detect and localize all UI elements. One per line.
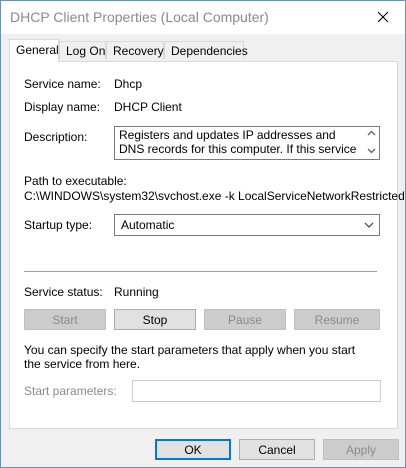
properties-dialog: DHCP Client Properties (Local Computer) … bbox=[0, 0, 406, 468]
start-params-label: Start parameters: bbox=[24, 384, 117, 398]
button-label: Cancel bbox=[258, 442, 296, 457]
button-label: Resume bbox=[314, 312, 360, 327]
tab-label: Recovery bbox=[113, 44, 164, 58]
description-label: Description: bbox=[24, 130, 88, 144]
start-params-input[interactable] bbox=[132, 380, 381, 402]
start-button[interactable]: Start bbox=[24, 309, 106, 330]
general-tab-panel: Service name: Dhcp Display name: DHCP Cl… bbox=[9, 61, 405, 429]
startup-type-label: Startup type: bbox=[24, 218, 93, 232]
button-label: OK bbox=[184, 442, 202, 457]
tab-log-on[interactable]: Log On bbox=[59, 41, 106, 59]
cancel-button[interactable]: Cancel bbox=[239, 439, 315, 460]
apply-button[interactable]: Apply bbox=[323, 439, 399, 460]
tab-dependencies[interactable]: Dependencies bbox=[164, 41, 248, 59]
tab-label: Log On bbox=[66, 44, 106, 58]
tab-general[interactable]: General bbox=[9, 39, 59, 62]
path-value: C:\WINDOWS\system32\svchost.exe -k Local… bbox=[24, 189, 405, 203]
resume-button[interactable]: Resume bbox=[294, 309, 380, 330]
display-name-label: Display name: bbox=[24, 100, 101, 114]
stop-button[interactable]: Stop bbox=[114, 309, 196, 330]
description-text: Registers and updates IP addresses and D… bbox=[119, 128, 357, 158]
tab-label: General bbox=[16, 43, 59, 57]
close-button[interactable] bbox=[361, 1, 405, 33]
button-label: Stop bbox=[142, 312, 168, 327]
tab-recovery[interactable]: Recovery bbox=[106, 41, 164, 59]
startup-type-select[interactable]: Automatic bbox=[114, 214, 380, 236]
dialog-button-bar: OK Cancel Apply bbox=[1, 429, 405, 467]
button-label: Start bbox=[52, 312, 78, 327]
start-params-info: You can specify the start parameters tha… bbox=[24, 343, 356, 371]
chevron-down-icon bbox=[364, 222, 374, 228]
scroll-down-icon[interactable] bbox=[367, 148, 376, 154]
button-label: Pause bbox=[227, 312, 263, 327]
service-status-label: Service status: bbox=[24, 285, 103, 299]
window-title: DHCP Client Properties (Local Computer) bbox=[10, 9, 269, 25]
title-bar: DHCP Client Properties (Local Computer) bbox=[1, 1, 405, 34]
service-name-value: Dhcp bbox=[114, 77, 143, 91]
close-icon bbox=[377, 11, 389, 23]
pause-button[interactable]: Pause bbox=[204, 309, 286, 330]
startup-type-value: Automatic bbox=[121, 218, 175, 232]
scroll-up-icon[interactable] bbox=[367, 130, 376, 136]
service-name-label: Service name: bbox=[24, 77, 101, 91]
tab-label: Dependencies bbox=[171, 44, 248, 58]
description-scrollbar[interactable] bbox=[364, 127, 379, 159]
display-name-value: DHCP Client bbox=[114, 100, 182, 114]
divider bbox=[24, 271, 377, 272]
description-box[interactable]: Registers and updates IP addresses and D… bbox=[114, 126, 380, 160]
service-status-value: Running bbox=[114, 285, 159, 299]
ok-button[interactable]: OK bbox=[155, 439, 231, 460]
path-label: Path to executable: bbox=[24, 174, 127, 188]
button-label: Apply bbox=[345, 442, 377, 457]
